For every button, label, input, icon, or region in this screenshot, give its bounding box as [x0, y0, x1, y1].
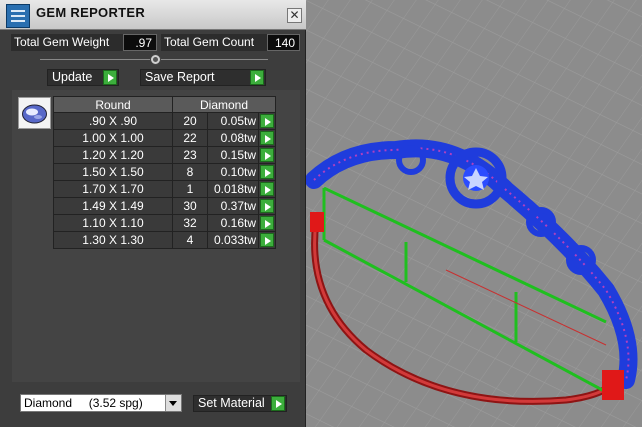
save-report-button[interactable]: Save Report: [140, 69, 266, 86]
gem-weight-cell: 0.37tw: [207, 197, 259, 215]
table-row[interactable]: 1.50 X 1.50 8 0.10tw: [53, 163, 276, 181]
shape-header: Round: [53, 96, 173, 113]
chevron-down-icon[interactable]: [165, 395, 181, 411]
play-arrow-icon[interactable]: [260, 199, 274, 213]
gem-weight-cell: 0.10tw: [207, 163, 259, 181]
save-report-label: Save Report: [145, 70, 215, 84]
row-action-cell[interactable]: [258, 146, 276, 164]
window-title: GEM REPORTER: [36, 5, 146, 20]
material-selected-value: Diamond (3.52 spg): [24, 396, 143, 410]
total-gem-count-value: 140: [267, 34, 300, 51]
gem-weight-cell: 0.033tw: [207, 231, 259, 249]
title-bar[interactable]: GEM REPORTER ✕: [0, 0, 306, 30]
close-icon[interactable]: ✕: [287, 8, 302, 23]
construction-grid: [306, 0, 642, 427]
3d-viewport[interactable]: [306, 0, 642, 427]
gem-size-cell: 1.70 X 1.70: [53, 180, 173, 198]
total-gem-weight-value: .97: [123, 34, 157, 51]
play-arrow-icon[interactable]: [260, 165, 274, 179]
round-gem-icon[interactable]: [18, 97, 51, 129]
row-action-cell[interactable]: [258, 112, 276, 130]
splitter-handle[interactable]: [150, 54, 161, 65]
gem-count-cell: 23: [172, 146, 208, 164]
table-row[interactable]: 1.30 X 1.30 4 0.033tw: [53, 231, 276, 249]
gem-count-cell: 20: [172, 112, 208, 130]
gem-count-cell: 22: [172, 129, 208, 147]
gem-size-cell: 1.20 X 1.20: [53, 146, 173, 164]
row-action-cell[interactable]: [258, 197, 276, 215]
gem-weight-cell: 0.05tw: [207, 112, 259, 130]
gem-size-cell: 1.50 X 1.50: [53, 163, 173, 181]
gem-weight-cell: 0.08tw: [207, 129, 259, 147]
play-arrow-icon[interactable]: [260, 148, 274, 162]
material-header: Diamond: [172, 96, 276, 113]
table-row[interactable]: 1.20 X 1.20 23 0.15tw: [53, 146, 276, 164]
viewport-canvas[interactable]: [306, 0, 642, 427]
update-button[interactable]: Update: [47, 69, 119, 86]
gem-size-cell: 1.49 X 1.49: [53, 197, 173, 215]
play-arrow-icon: [271, 396, 285, 411]
row-action-cell[interactable]: [258, 231, 276, 249]
play-arrow-icon: [250, 70, 264, 85]
gem-table: Round Diamond .90 X .90 20 0.05tw 1.00 X 1.…: [53, 96, 276, 249]
table-row[interactable]: .90 X .90 20 0.05tw: [53, 112, 276, 130]
play-arrow-icon[interactable]: [260, 182, 274, 196]
play-arrow-icon: [103, 70, 117, 85]
play-arrow-icon[interactable]: [260, 114, 274, 128]
gem-size-cell: .90 X .90: [53, 112, 173, 130]
gem-size-cell: 1.00 X 1.00: [53, 129, 173, 147]
gem-size-cell: 1.10 X 1.10: [53, 214, 173, 232]
row-action-cell[interactable]: [258, 180, 276, 198]
total-gem-count-label: Total Gem Count: [161, 34, 267, 51]
row-action-cell[interactable]: [258, 129, 276, 147]
total-gem-weight-label: Total Gem Weight: [11, 34, 123, 51]
play-arrow-icon[interactable]: [260, 233, 274, 247]
gem-weight-cell: 0.15tw: [207, 146, 259, 164]
gem-weight-cell: 0.018tw: [207, 180, 259, 198]
gem-count-cell: 1: [172, 180, 208, 198]
gem-count-cell: 8: [172, 163, 208, 181]
gem-weight-cell: 0.16tw: [207, 214, 259, 232]
table-row[interactable]: 1.49 X 1.49 30 0.37tw: [53, 197, 276, 215]
table-row[interactable]: 1.70 X 1.70 1 0.018tw: [53, 180, 276, 198]
play-arrow-icon[interactable]: [260, 131, 274, 145]
update-label: Update: [52, 70, 93, 84]
table-row[interactable]: 1.00 X 1.00 22 0.08tw: [53, 129, 276, 147]
gem-reporter-panel: GEM REPORTER ✕ Total Gem Weight .97 Tota…: [0, 0, 306, 427]
gem-size-cell: 1.30 X 1.30: [53, 231, 173, 249]
gem-count-cell: 30: [172, 197, 208, 215]
material-dropdown[interactable]: Diamond (3.52 spg): [20, 394, 182, 412]
table-row[interactable]: 1.10 X 1.10 32 0.16tw: [53, 214, 276, 232]
gem-reporter-icon: [6, 4, 30, 28]
set-material-button[interactable]: Set Material: [193, 395, 287, 412]
gem-count-cell: 4: [172, 231, 208, 249]
set-material-label: Set Material: [198, 396, 265, 410]
gem-count-cell: 32: [172, 214, 208, 232]
row-action-cell[interactable]: [258, 214, 276, 232]
play-arrow-icon[interactable]: [260, 216, 274, 230]
row-action-cell[interactable]: [258, 163, 276, 181]
